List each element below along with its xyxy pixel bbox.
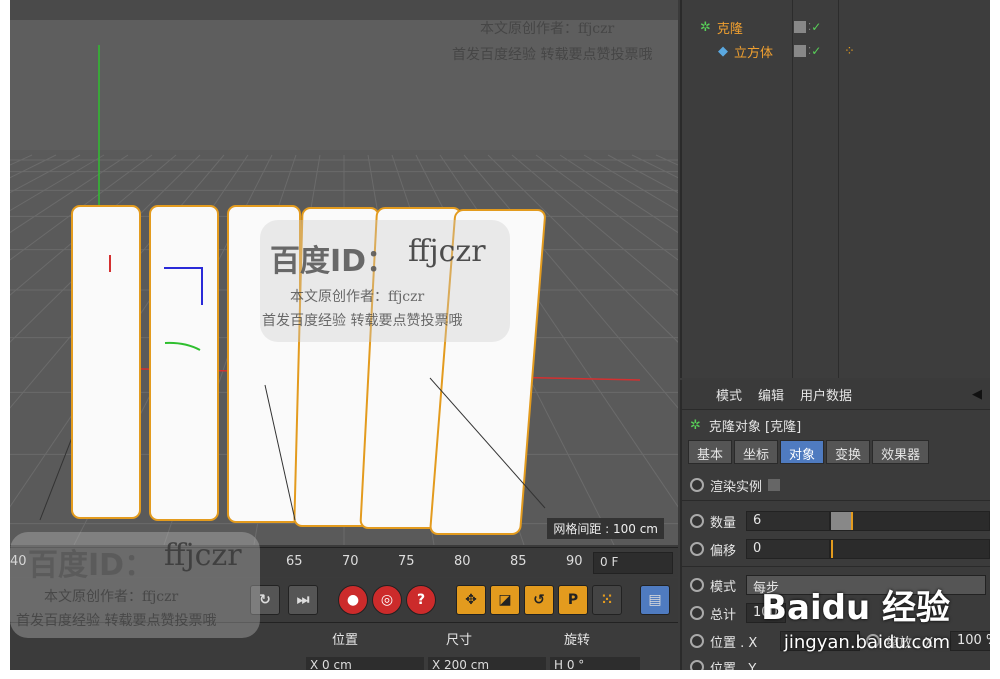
radio-icon[interactable]: [690, 478, 704, 492]
menu-mode[interactable]: 模式: [716, 385, 742, 404]
size-x-field[interactable]: X 200 cm: [428, 657, 546, 670]
watermark-notice: 首发百度经验 转载要点赞投票哦: [452, 47, 653, 63]
baidu-jingyan-logo: Baidu 经验: [761, 588, 950, 628]
layer-tag-icon: [794, 45, 806, 57]
watermark-author: 本文原创作者：ffjczr: [44, 589, 179, 605]
cube-clone: [149, 205, 219, 521]
rotation-h-field[interactable]: H 0 °: [550, 657, 640, 670]
object-row-cloner[interactable]: ✲ 克隆 ⁚ ✓: [700, 16, 821, 38]
count-input[interactable]: 6: [746, 511, 830, 531]
param-key-icon[interactable]: P: [558, 585, 588, 615]
field-label: 偏移: [710, 543, 737, 559]
position-y-row: 位置 . Y: [690, 656, 780, 670]
tab-transform[interactable]: 变换: [826, 440, 871, 464]
render-instances-checkbox[interactable]: [768, 479, 781, 491]
field-label: 渲染实例: [710, 479, 763, 495]
offset-slider[interactable]: [830, 539, 990, 559]
radio-icon[interactable]: [690, 606, 704, 620]
cube-icon: ◆: [718, 43, 728, 59]
back-arrow-icon[interactable]: ◀: [972, 387, 982, 402]
tick-label: 85: [510, 554, 527, 569]
radio-icon[interactable]: [690, 578, 704, 592]
scale-key-icon[interactable]: ◪: [490, 585, 520, 615]
object-row-cube[interactable]: ◆ 立方体 ⁚ ✓ ⁘: [718, 40, 855, 62]
attribute-tabs: 基本 坐标 对象 变换 效果器: [682, 440, 990, 464]
coord-header-position: 位置: [332, 633, 359, 648]
radio-icon[interactable]: [690, 542, 704, 556]
tab-object[interactable]: 对象: [780, 440, 825, 464]
move-key-icon[interactable]: ✥: [456, 585, 486, 615]
watermark-notice: 首发百度经验 转载要点赞投票哦: [16, 613, 217, 629]
point-level-icon[interactable]: ⁙: [592, 585, 622, 615]
field-label: 总计: [710, 607, 737, 623]
menu-edit[interactable]: 编辑: [758, 385, 784, 404]
position-x-field[interactable]: X 0 cm: [306, 657, 424, 670]
watermark-brand: 百度ID：: [270, 244, 397, 279]
tab-coord[interactable]: 坐标: [734, 440, 779, 464]
tab-basic[interactable]: 基本: [688, 440, 733, 464]
menu-user-data[interactable]: 用户数据: [800, 385, 852, 404]
render-instances-row: 渲染实例: [690, 474, 781, 496]
keyframe-help-icon[interactable]: ?: [406, 585, 436, 615]
offset-input[interactable]: 0: [746, 539, 830, 559]
film-strip-icon[interactable]: ▤: [640, 585, 670, 615]
watermark-id: ffjczr: [408, 234, 486, 269]
current-frame-input[interactable]: 0 F: [593, 552, 673, 574]
attribute-title: ✲ 克隆对象 [克隆]: [682, 410, 990, 440]
rotate-key-icon[interactable]: ↺: [524, 585, 554, 615]
tick-label: 90: [566, 554, 583, 569]
watermark-brand: 百度ID：: [28, 548, 155, 583]
enabled-check-icon[interactable]: ✓: [811, 44, 821, 58]
coord-header-size: 尺寸: [446, 633, 473, 648]
object-manager: ✲ 克隆 ⁚ ✓ ◆ 立方体 ⁚ ✓ ⁘: [680, 0, 990, 378]
tick-label: 80: [454, 554, 471, 569]
grid-spacing-label: 网格间距 : 100 cm: [547, 518, 664, 539]
coord-header-rotation: 旋转: [564, 633, 591, 648]
layer-tag-icon: [794, 21, 806, 33]
cloner-icon: ✲: [690, 417, 701, 433]
material-tag-icon[interactable]: ⁘: [844, 44, 855, 59]
watermark-author: 本文原创作者：ffjczr: [290, 289, 425, 305]
object-name[interactable]: 立方体: [734, 42, 773, 61]
field-label: 位置 . Y: [710, 661, 757, 671]
count-slider[interactable]: [830, 511, 990, 531]
object-name[interactable]: 克隆: [717, 18, 743, 37]
radio-icon[interactable]: [690, 660, 704, 670]
attribute-menu: 模式 编辑 用户数据 ◀: [682, 380, 990, 410]
tab-effectors[interactable]: 效果器: [872, 440, 930, 464]
radio-icon[interactable]: [690, 634, 704, 648]
radio-icon[interactable]: [690, 514, 704, 528]
record-keys-icon[interactable]: ●: [338, 585, 368, 615]
count-row: 数量 6: [690, 510, 990, 532]
autokey-icon[interactable]: ◎: [372, 585, 402, 615]
offset-row: 偏移 0: [690, 538, 990, 560]
cloner-icon: ✲: [700, 19, 711, 35]
watermark-id: ffjczr: [164, 538, 242, 573]
cube-clone: [71, 205, 141, 519]
watermark-notice: 首发百度经验 转载要点赞投票哦: [262, 313, 463, 329]
object-title: 克隆对象 [克隆]: [708, 419, 802, 435]
watermark-author: 本文原创作者：ffjczr: [480, 21, 615, 37]
field-label: 位置 . X: [710, 635, 758, 651]
tick-label: 75: [398, 554, 415, 569]
c4d-window: 网格间距 : 100 cm ✲ 克隆 ⁚ ✓ ◆ 立方体 ⁚ ✓ ⁘ 模式 编辑…: [10, 0, 990, 670]
goto-end-icon[interactable]: ⏭: [288, 585, 318, 615]
tick-label: 65: [286, 554, 303, 569]
baidu-jingyan-url: jingyan.baidu.com: [783, 632, 950, 653]
enabled-check-icon[interactable]: ✓: [811, 20, 821, 34]
tick-label: 70: [342, 554, 359, 569]
scale-x-input[interactable]: 100 %: [950, 631, 990, 651]
field-label: 数量: [710, 515, 737, 531]
field-label: 模式: [710, 579, 737, 595]
